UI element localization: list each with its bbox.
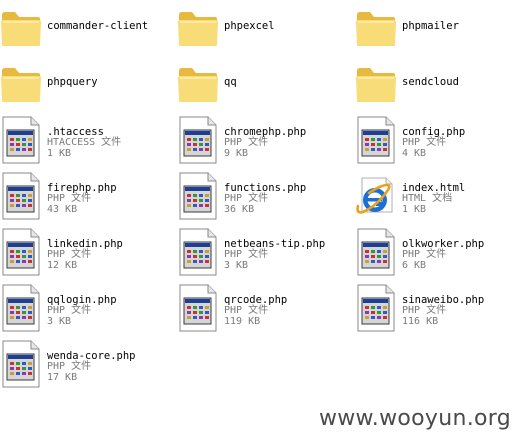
file-size: 43 KB xyxy=(47,204,78,215)
file-name: phpquery xyxy=(47,76,98,88)
file-size: 36 KB xyxy=(224,204,255,215)
file-item[interactable]: wenda-core.php PHP 文件 17 KB xyxy=(0,336,170,388)
php-file-icon xyxy=(0,340,42,388)
folder-item[interactable]: phpmailer xyxy=(355,0,517,50)
file-type: PHP 文件 xyxy=(224,249,269,260)
folder-item[interactable]: sendcloud xyxy=(355,56,517,106)
file-item[interactable]: netbeans-tip.php PHP 文件 3 KB xyxy=(177,224,347,276)
file-item[interactable]: sinaweibo.php PHP 文件 116 KB xyxy=(355,280,517,332)
php-file-icon xyxy=(177,172,219,220)
file-item[interactable]: qrcode.php PHP 文件 119 KB xyxy=(177,280,347,332)
file-type: PHP 文件 xyxy=(224,193,269,204)
folder-item[interactable]: phpquery xyxy=(0,56,170,106)
file-type: PHP 文件 xyxy=(47,305,92,316)
folder-icon xyxy=(0,64,42,104)
file-size: 3 KB xyxy=(47,316,72,327)
file-size: 4 KB xyxy=(402,148,427,159)
file-name: qq xyxy=(224,76,237,88)
file-size: 119 KB xyxy=(224,316,261,327)
file-item[interactable]: chromephp.php PHP 文件 9 KB xyxy=(177,112,347,164)
file-type: PHP 文件 xyxy=(402,305,447,316)
folder-icon xyxy=(355,8,397,48)
file-type: PHP 文件 xyxy=(224,305,269,316)
file-type: PHP 文件 xyxy=(402,249,447,260)
file-item[interactable]: linkedin.php PHP 文件 12 KB xyxy=(0,224,170,276)
file-name: sendcloud xyxy=(402,76,459,88)
file-item[interactable]: olkworker.php PHP 文件 6 KB xyxy=(355,224,517,276)
php-file-icon xyxy=(0,172,42,220)
file-name: commander-client xyxy=(47,20,149,32)
php-file-icon xyxy=(355,284,397,332)
folder-icon xyxy=(355,64,397,104)
file-type: HTACCESS 文件 xyxy=(47,137,122,148)
file-type: PHP 文件 xyxy=(47,361,92,372)
folder-icon xyxy=(177,64,219,104)
file-type: PHP 文件 xyxy=(224,137,269,148)
file-size: 12 KB xyxy=(47,260,78,271)
file-item[interactable]: config.php PHP 文件 4 KB xyxy=(355,112,517,164)
file-item[interactable]: functions.php PHP 文件 36 KB xyxy=(177,168,347,220)
folder-item[interactable]: qq xyxy=(177,56,347,106)
php-file-icon xyxy=(177,284,219,332)
file-size: 3 KB xyxy=(224,260,249,271)
ie-html-icon xyxy=(355,172,397,220)
file-size: 17 KB xyxy=(47,372,78,383)
file-item[interactable]: qqlogin.php PHP 文件 3 KB xyxy=(0,280,170,332)
watermark: www.wooyun.org xyxy=(318,406,511,431)
folder-item[interactable]: phpexcel xyxy=(177,0,347,50)
file-type: PHP 文件 xyxy=(47,193,92,204)
file-name: phpexcel xyxy=(224,20,275,32)
php-file-icon xyxy=(177,228,219,276)
file-size: 116 KB xyxy=(402,316,439,327)
file-size: 6 KB xyxy=(402,260,427,271)
file-size: 1 KB xyxy=(402,204,427,215)
file-item[interactable]: .htaccess HTACCESS 文件 1 KB xyxy=(0,112,170,164)
folder-icon xyxy=(0,8,42,48)
file-list: commander-client phpexcel phpmailer phpq… xyxy=(0,0,517,400)
php-file-icon xyxy=(355,116,397,164)
folder-icon xyxy=(177,8,219,48)
file-size: 1 KB xyxy=(47,148,72,159)
file-name: phpmailer xyxy=(402,20,459,32)
file-type: HTML 文档 xyxy=(402,193,453,204)
file-size: 9 KB xyxy=(224,148,249,159)
file-item[interactable]: index.html HTML 文档 1 KB xyxy=(355,168,517,218)
php-file-icon xyxy=(0,228,42,276)
php-file-icon xyxy=(355,228,397,276)
php-file-icon xyxy=(0,284,42,332)
file-type: PHP 文件 xyxy=(47,249,92,260)
file-item[interactable]: firephp.php PHP 文件 43 KB xyxy=(0,168,170,220)
file-type: PHP 文件 xyxy=(402,137,447,148)
folder-item[interactable]: commander-client xyxy=(0,0,170,50)
php-file-icon xyxy=(177,116,219,164)
php-file-icon xyxy=(0,116,42,164)
